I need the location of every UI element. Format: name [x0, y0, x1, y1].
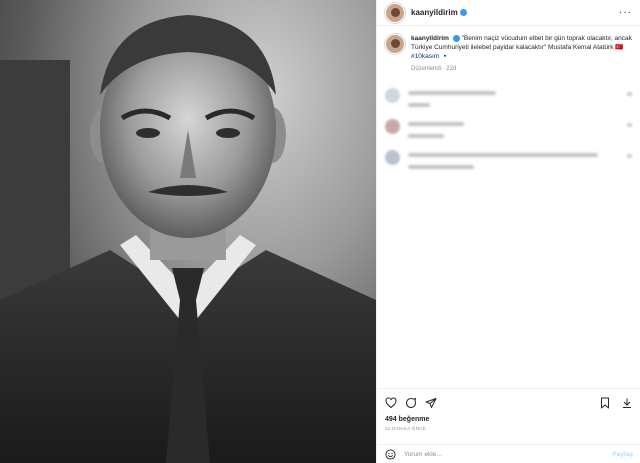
list-item: [377, 150, 640, 169]
blurred-comment-text: [408, 153, 598, 157]
verified-badge-icon: [459, 9, 467, 16]
comment-input[interactable]: [404, 450, 613, 458]
post-actions: 494 beğenme 21 DAKIKA ÖNCE: [377, 388, 640, 431]
post-comment-button[interactable]: Paylaş: [612, 451, 633, 458]
share-icon[interactable]: [425, 397, 437, 409]
caption-hashtag[interactable]: #10kasım: [411, 53, 439, 60]
caption-username[interactable]: kaanyildirim: [411, 35, 449, 42]
blurred-comment-meta: [408, 134, 444, 138]
caption-avatar[interactable]: [385, 34, 405, 54]
heart-icon[interactable]: [627, 123, 632, 127]
blurred-comment-meta: [408, 165, 474, 169]
list-item: [377, 119, 640, 138]
emoji-icon[interactable]: [385, 448, 396, 460]
heart-icon[interactable]: [385, 397, 397, 409]
post-header: kaanyildirim ···: [377, 0, 640, 26]
avatar[interactable]: [385, 2, 405, 23]
download-icon[interactable]: [621, 397, 633, 409]
add-comment-bar: Paylaş: [377, 444, 640, 463]
heart-icon[interactable]: [627, 92, 632, 96]
comment-icon[interactable]: [405, 397, 417, 409]
verified-badge-icon: [452, 34, 460, 42]
comment-avatar[interactable]: [385, 88, 400, 103]
likes-count[interactable]: 494 beğenme: [385, 416, 633, 423]
blurred-comment-meta: [408, 103, 430, 107]
caption-meta: Düzenlendi · 22d: [411, 66, 457, 72]
black-square-emoji-icon: ▪️: [441, 53, 450, 60]
list-item: [377, 88, 640, 107]
blurred-comment-text: [408, 122, 464, 126]
more-horizontal-icon[interactable]: ···: [619, 7, 632, 18]
blurred-comment-text: [408, 91, 496, 95]
comment-avatar[interactable]: [385, 119, 400, 134]
flag-emoji-icon: 🇹🇷: [615, 44, 624, 51]
post-photo[interactable]: [0, 0, 376, 463]
heart-icon[interactable]: [627, 154, 632, 158]
portrait-image: [0, 15, 376, 463]
post-time: 21 DAKIKA ÖNCE: [385, 426, 426, 431]
caption: kaanyildirim "Benim naçiz vücudum elbet …: [377, 26, 640, 74]
bookmark-icon[interactable]: [599, 397, 611, 409]
post-side-panel: kaanyildirim ··· kaanyildirim "Benim naç…: [376, 0, 640, 463]
comment-avatar[interactable]: [385, 150, 400, 165]
header-username[interactable]: kaanyildirim: [411, 8, 458, 17]
